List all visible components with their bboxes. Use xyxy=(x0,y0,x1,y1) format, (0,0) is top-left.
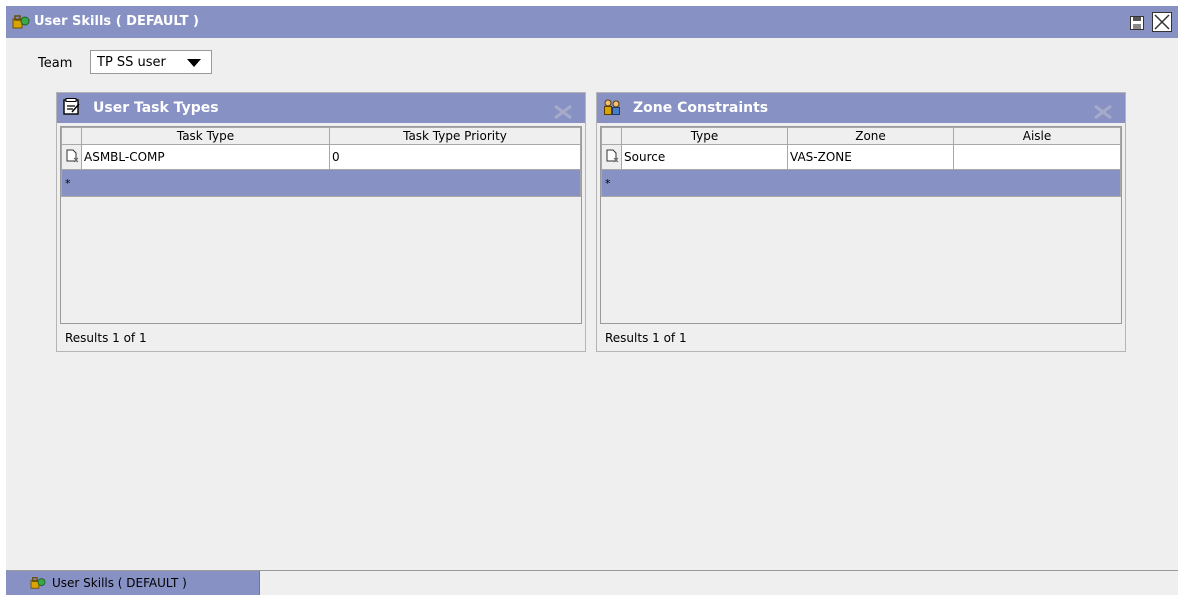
table-header-row: Task Type Task Type Priority xyxy=(61,127,581,145)
row-edit-cell[interactable] xyxy=(601,144,622,170)
new-row-marker[interactable]: * xyxy=(61,169,581,197)
user-skills-icon xyxy=(12,15,30,29)
task-list-icon xyxy=(63,98,80,115)
edit-row-icon xyxy=(606,149,618,162)
user-skills-window: User Skills ( DEFAULT ) Team TP SS user … xyxy=(6,6,1178,595)
task-types-table: Task Type Task Type Priority ASMBL-COMP … xyxy=(60,126,582,324)
team-label: Team xyxy=(38,56,73,71)
team-dropdown[interactable]: TP SS user xyxy=(90,50,212,74)
row-edit-cell[interactable] xyxy=(61,144,82,170)
column-header-task-type-priority[interactable]: Task Type Priority xyxy=(329,127,581,145)
chevron-down-icon[interactable] xyxy=(187,59,201,67)
user-task-types-title: User Task Types xyxy=(93,100,219,116)
results-count: Results 1 of 1 xyxy=(605,331,687,345)
results-count: Results 1 of 1 xyxy=(65,331,147,345)
zone-constraints-panel: Zone Constraints Type Zone Aisle Source … xyxy=(596,92,1126,352)
new-row-marker[interactable]: * xyxy=(601,169,1121,197)
column-header-aisle[interactable]: Aisle xyxy=(953,127,1121,145)
delete-icon[interactable] xyxy=(1093,105,1113,119)
user-task-types-panel: User Task Types Task Type Task Type Prio… xyxy=(56,92,586,352)
gutter-header xyxy=(601,127,622,145)
taskbar: User Skills ( DEFAULT ) xyxy=(6,570,1178,595)
edit-row-icon xyxy=(66,149,78,162)
column-header-task-type[interactable]: Task Type xyxy=(81,127,330,145)
gutter-header xyxy=(61,127,82,145)
column-header-zone[interactable]: Zone xyxy=(787,127,954,145)
close-icon[interactable] xyxy=(1152,12,1172,32)
users-icon xyxy=(604,99,620,115)
table-row[interactable]: ASMBL-COMP 0 xyxy=(61,144,581,170)
table-row[interactable]: Source VAS-ZONE xyxy=(601,144,1121,170)
cell-zone[interactable]: VAS-ZONE xyxy=(787,144,954,170)
taskbar-tab-label: User Skills ( DEFAULT ) xyxy=(52,576,187,590)
taskbar-tab-user-skills[interactable]: User Skills ( DEFAULT ) xyxy=(6,571,260,595)
user-task-types-header: User Task Types xyxy=(57,93,585,123)
zone-constraints-table: Type Zone Aisle Source VAS-ZONE * xyxy=(600,126,1122,324)
team-selected-value: TP SS user xyxy=(97,55,166,70)
table-header-row: Type Zone Aisle xyxy=(601,127,1121,145)
user-skills-icon xyxy=(30,577,46,589)
zone-constraints-header: Zone Constraints xyxy=(597,93,1125,123)
delete-icon[interactable] xyxy=(553,105,573,119)
window-titlebar: User Skills ( DEFAULT ) xyxy=(6,6,1178,38)
cell-task-type-priority[interactable]: 0 xyxy=(329,144,581,170)
cell-task-type[interactable]: ASMBL-COMP xyxy=(81,144,330,170)
cell-type[interactable]: Source xyxy=(621,144,788,170)
zone-constraints-title: Zone Constraints xyxy=(633,100,769,116)
new-row[interactable]: * xyxy=(601,169,1121,197)
window-title: User Skills ( DEFAULT ) xyxy=(34,14,199,29)
new-row[interactable]: * xyxy=(61,169,581,197)
cell-aisle[interactable] xyxy=(953,144,1121,170)
save-icon[interactable] xyxy=(1130,16,1144,30)
column-header-type[interactable]: Type xyxy=(621,127,788,145)
